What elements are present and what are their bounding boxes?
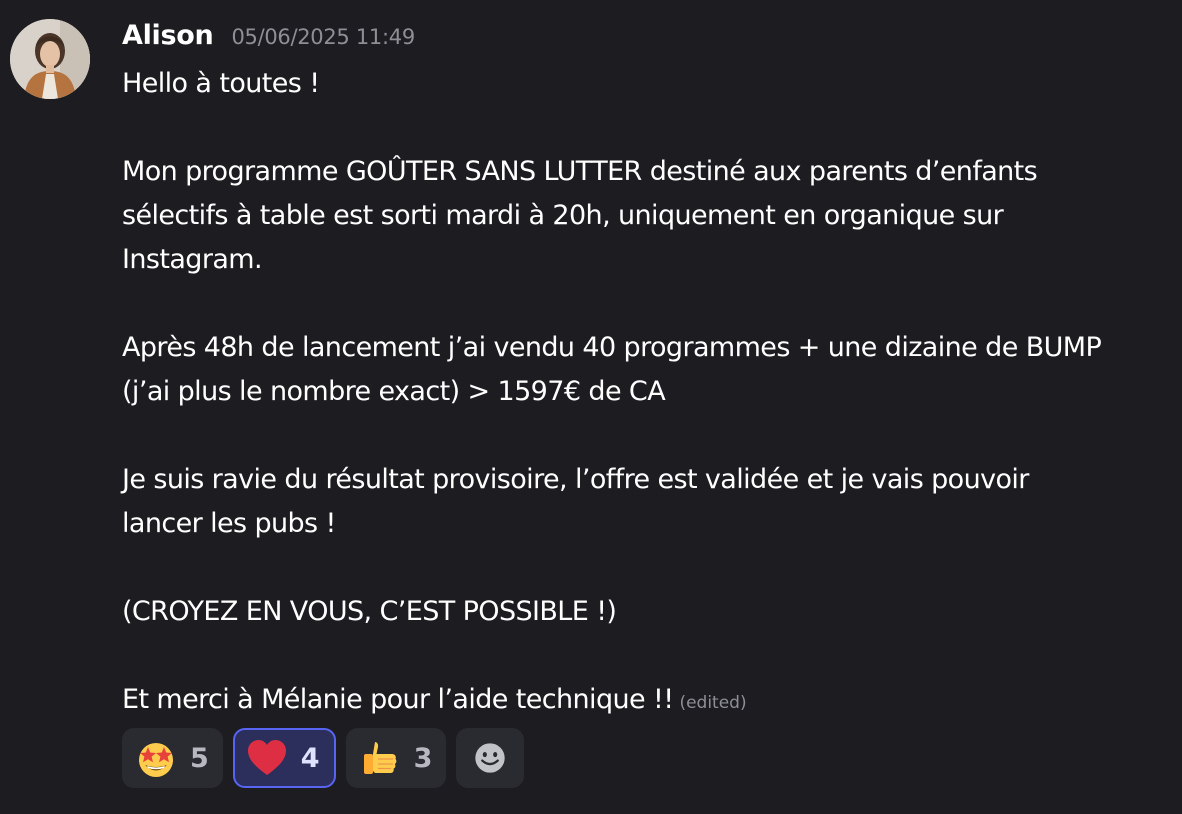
message-line: Mon programme GOÛTER SANS LUTTER destiné… bbox=[122, 156, 1038, 187]
message-header: Alison 05/06/2025 11:49 bbox=[122, 20, 415, 58]
chat-message: Alison 05/06/2025 11:49 Hello à toutes !… bbox=[0, 0, 1182, 814]
reaction-count: 5 bbox=[190, 742, 209, 774]
add-reaction-smiley-icon bbox=[475, 743, 506, 773]
message-line: (j’ai plus le nombre exact) > 1597€ de C… bbox=[122, 376, 666, 407]
reactions-bar: 5 4 3 bbox=[122, 728, 525, 788]
message-line: Après 48h de lancement j’ai vendu 40 pro… bbox=[122, 332, 1102, 363]
reaction-red-heart[interactable]: 4 bbox=[232, 728, 336, 788]
reaction-thumbs-up[interactable]: 3 bbox=[345, 728, 447, 788]
message-line: sélectifs à table est sorti mardi à 20h,… bbox=[122, 200, 1004, 231]
author-name[interactable]: Alison bbox=[122, 20, 214, 51]
message-timestamp[interactable]: 05/06/2025 11:49 bbox=[231, 25, 415, 49]
message-line: Je suis ravie du résultat provisoire, l’… bbox=[122, 464, 1029, 495]
message-line: Et merci à Mélanie pour l’aide technique… bbox=[122, 684, 674, 715]
message-line: Instagram. bbox=[122, 244, 263, 275]
reaction-count: 3 bbox=[413, 742, 433, 774]
edited-label: (edited) bbox=[679, 693, 747, 713]
star-struck-icon bbox=[139, 743, 173, 777]
add-reaction-button[interactable] bbox=[456, 728, 525, 788]
message-last-line: Et merci à Mélanie pour l’aide technique… bbox=[122, 678, 1172, 722]
avatar[interactable] bbox=[10, 19, 90, 99]
message-content: Hello à toutes ! Mon programme GOÛTER SA… bbox=[122, 62, 1172, 722]
message-line: Hello à toutes ! bbox=[122, 68, 320, 99]
thumbs-up-icon bbox=[363, 742, 396, 774]
red-heart-icon bbox=[247, 740, 286, 775]
message-line: (CROYEZ EN VOUS, C’EST POSSIBLE !) bbox=[122, 596, 617, 627]
user-avatar-icon bbox=[10, 19, 90, 99]
reaction-count: 4 bbox=[300, 742, 320, 774]
reaction-star-struck[interactable]: 5 bbox=[122, 728, 223, 788]
message-line: lancer les pubs ! bbox=[122, 508, 336, 539]
